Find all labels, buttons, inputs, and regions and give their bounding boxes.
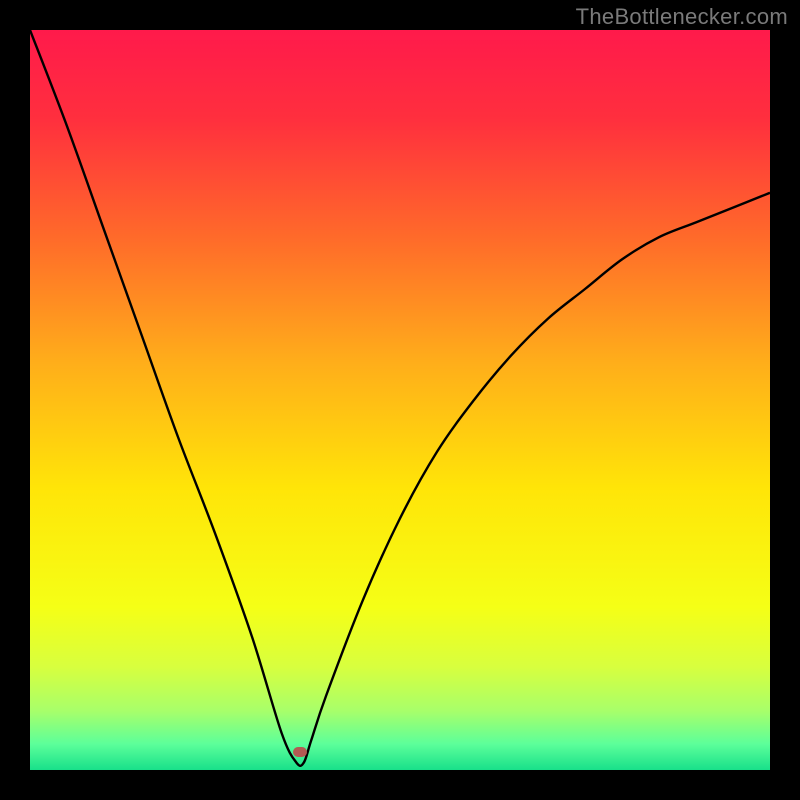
watermark-label: TheBottlenecker.com [576,4,788,30]
optimal-marker [293,747,307,757]
plot-area [30,30,770,770]
bottleneck-curve [30,30,770,770]
app-frame: TheBottlenecker.com [0,0,800,800]
curve-path [30,30,770,766]
